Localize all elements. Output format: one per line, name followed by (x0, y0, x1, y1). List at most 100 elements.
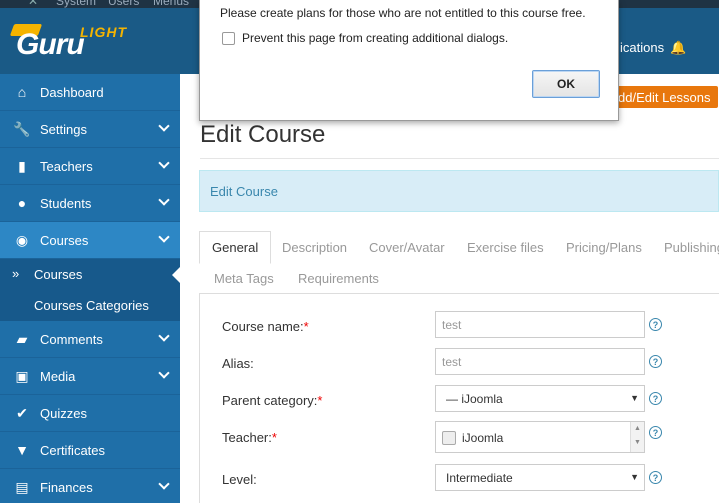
sidebar-item-quizzes[interactable]: ✔ Quizzes (0, 395, 180, 432)
teacher-checkbox[interactable] (442, 431, 456, 445)
teacher-list-scrollbar[interactable]: ▲ ▼ (630, 422, 644, 452)
dropdown-arrow-icon: ▼ (630, 393, 639, 403)
teacher-row: Teacher:* iJoomla ▲ ▼ ? (222, 421, 702, 455)
sidebar-item-certificates[interactable]: ▼ Certificates (0, 432, 180, 469)
sidebar-item-label: Certificates (40, 442, 106, 458)
parent-category-select[interactable]: — iJoomla ▼ (435, 385, 645, 412)
sidebar-subitem-label: Courses Categories (34, 298, 149, 313)
tab-requirements[interactable]: Requirements (298, 271, 379, 286)
tab-meta-tags[interactable]: Meta Tags (214, 271, 274, 286)
sidebar-item-label: Dashboard (40, 84, 104, 100)
tab-publishing[interactable]: Publishing (664, 240, 719, 255)
topbar-menu-system[interactable]: System (56, 0, 96, 8)
alert-dialog: Please create plans for those who are no… (199, 0, 619, 121)
sidebar-item-label: Courses (40, 232, 89, 248)
sidebar-item-teachers[interactable]: ▮ Teachers (0, 148, 180, 185)
course-name-label: Course name:* (222, 319, 309, 334)
parent-category-row: Parent category:* — iJoomla ▼ ? (222, 385, 702, 415)
notifications-label: ications (620, 40, 665, 55)
chevron-down-icon (158, 367, 170, 379)
sidebar-subitem-courses-categories[interactable]: Courses Categories (0, 290, 180, 321)
tab-general[interactable]: General (199, 231, 272, 264)
chevron-down-icon (158, 330, 170, 342)
image-icon: ▣ (15, 367, 29, 384)
help-icon[interactable]: ? (649, 318, 662, 331)
teacher-label: Teacher:* (222, 430, 277, 445)
sidebar-item-label: Students (40, 195, 92, 211)
level-label: Level: (222, 472, 257, 487)
chevron-down-icon (158, 120, 170, 132)
tab-cover-avatar[interactable]: Cover/Avatar (369, 240, 445, 255)
ok-button[interactable]: OK (532, 70, 600, 98)
user-icon: ● (17, 195, 27, 211)
logo-text: Guru (16, 28, 85, 61)
sidebar-item-label: Media (40, 368, 76, 384)
course-name-input[interactable]: test (435, 311, 645, 338)
general-form: Course name:* test ? Alias: test ? Paren… (199, 294, 719, 503)
sidebar-item-dashboard[interactable]: ⌂ Dashboard (0, 74, 180, 111)
sidebar-subitem-label: Courses (34, 267, 83, 282)
bell-icon: 🔔 (670, 40, 687, 55)
sidebar-item-settings[interactable]: 🔧 Settings (0, 111, 180, 148)
alias-label: Alias: (222, 356, 254, 371)
course-tabs: General Description Cover/Avatar Exercis… (199, 230, 719, 294)
finances-icon: ▤ (15, 478, 29, 495)
sidebar-item-courses[interactable]: ◉ Courses (0, 222, 180, 259)
help-icon[interactable]: ? (649, 355, 662, 368)
parent-category-label: Parent category:* (222, 393, 323, 408)
book-icon: ▮ (18, 157, 26, 174)
sidebar-item-label: Teachers (40, 158, 93, 174)
teacher-option: iJoomla (462, 431, 504, 445)
joomla-icon[interactable]: ✕ (28, 0, 38, 8)
sidebar: ⌂ Dashboard 🔧 Settings ▮ Teachers ● Stud… (0, 74, 181, 503)
check-circle-icon: ✔ (16, 404, 28, 421)
level-select[interactable]: Intermediate ▼ (435, 464, 645, 491)
alias-input[interactable]: test (435, 348, 645, 375)
prevent-dialogs-label: Prevent this page from creating addition… (242, 31, 509, 45)
required-mark: * (271, 430, 277, 445)
help-icon[interactable]: ? (649, 471, 662, 484)
guru-logo[interactable]: Guru LIGHT (9, 24, 180, 68)
prevent-dialogs-option[interactable]: Prevent this page from creating addition… (222, 31, 508, 45)
chevron-down-icon (158, 194, 170, 206)
eye-icon: ◉ (15, 231, 29, 248)
required-mark: * (303, 319, 309, 334)
sidebar-item-label: Comments (40, 331, 103, 347)
course-name-row: Course name:* test ? (222, 311, 702, 341)
chevron-down-icon (158, 157, 170, 169)
help-icon[interactable]: ? (649, 392, 662, 405)
info-bar: Edit Course (199, 170, 719, 212)
bookmark-icon: ▼ (15, 442, 29, 458)
add-edit-lessons-button[interactable]: dd/Edit Lessons (610, 86, 718, 108)
sidebar-item-students[interactable]: ● Students (0, 185, 180, 222)
sidebar-item-label: Quizzes (40, 405, 87, 421)
logo-badge: LIGHT (80, 24, 127, 40)
sidebar-item-finances[interactable]: ▤ Finances (0, 469, 180, 503)
tab-pricing-plans[interactable]: Pricing/Plans (566, 240, 642, 255)
prevent-dialogs-checkbox[interactable] (222, 31, 235, 45)
chevron-down-icon (158, 478, 170, 490)
title-divider (200, 158, 719, 159)
help-icon[interactable]: ? (649, 426, 662, 439)
wrench-icon: 🔧 (13, 120, 31, 137)
sidebar-item-comments[interactable]: ▰ Comments (0, 321, 180, 358)
level-value: Intermediate (446, 471, 513, 485)
alias-row: Alias: test ? (222, 348, 702, 378)
home-icon: ⌂ (17, 84, 27, 100)
tab-exercise-files[interactable]: Exercise files (467, 240, 544, 255)
sidebar-subitem-courses[interactable]: Courses (0, 259, 181, 290)
teacher-list[interactable]: iJoomla ▲ ▼ (435, 421, 645, 453)
chevron-down-icon (158, 231, 170, 243)
sidebar-item-label: Finances (40, 479, 93, 495)
page-title: Edit Course (200, 121, 326, 148)
sidebar-item-label: Settings (40, 121, 87, 137)
tab-description[interactable]: Description (282, 240, 347, 255)
level-row: Level: Intermediate ▼ ? (222, 464, 702, 494)
sidebar-item-media[interactable]: ▣ Media (0, 358, 180, 395)
required-mark: * (317, 393, 323, 408)
topbar-menu-menus[interactable]: Menus (153, 0, 189, 8)
topbar-menu-users[interactable]: Users (108, 0, 139, 8)
comments-icon: ▰ (16, 330, 28, 347)
parent-category-value: — iJoomla (446, 392, 503, 406)
notifications-link[interactable]: ications 🔔 (620, 40, 686, 56)
